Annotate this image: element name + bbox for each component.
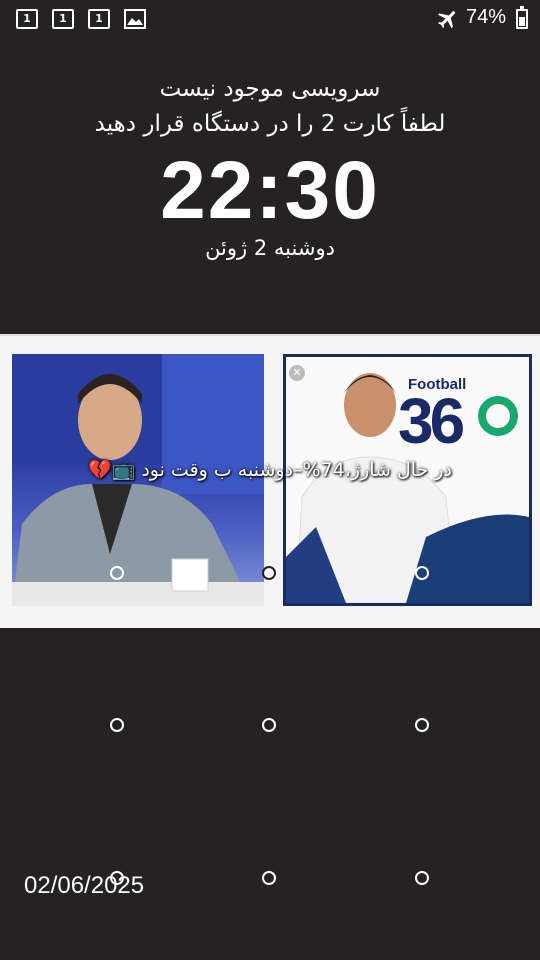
- logo-ring-icon: [478, 396, 518, 436]
- status-bar: 1 1 1 74%: [0, 0, 540, 38]
- footer-date: 02/06/2025: [24, 872, 145, 899]
- sim-1-icon: 1: [16, 9, 38, 29]
- close-icon[interactable]: ✕: [289, 365, 305, 381]
- pattern-dot-4[interactable]: [110, 718, 124, 732]
- insert-sim-text: لطفاً کارت 2 را در دستگاه قرار دهید: [94, 111, 446, 137]
- charging-notification-text: در حال شارژ،74%–دوشنبه ب وقت نود 📺💔: [87, 459, 453, 481]
- pattern-dot-1[interactable]: [110, 566, 124, 580]
- no-service-text: سرویسی موجود نیست: [159, 76, 381, 102]
- lock-clock: 22:30: [160, 145, 380, 236]
- pattern-dot-5[interactable]: [262, 718, 276, 732]
- pattern-dot-3[interactable]: [415, 566, 429, 580]
- image-icon: [124, 9, 146, 29]
- pattern-dot-6[interactable]: [415, 718, 429, 732]
- battery-percent: 74%: [466, 6, 507, 28]
- airplane-icon: [438, 11, 456, 29]
- battery-charging-icon: [516, 6, 528, 29]
- sim-1-icon: 1: [88, 9, 110, 29]
- logo-number: 36: [398, 385, 465, 457]
- pattern-dot-8[interactable]: [262, 871, 276, 885]
- pattern-dot-9[interactable]: [415, 871, 429, 885]
- sim-1-icon: 1: [52, 9, 74, 29]
- pattern-dot-2[interactable]: [262, 566, 276, 580]
- lock-date: دوشنبه 2 ژوئن: [205, 236, 335, 260]
